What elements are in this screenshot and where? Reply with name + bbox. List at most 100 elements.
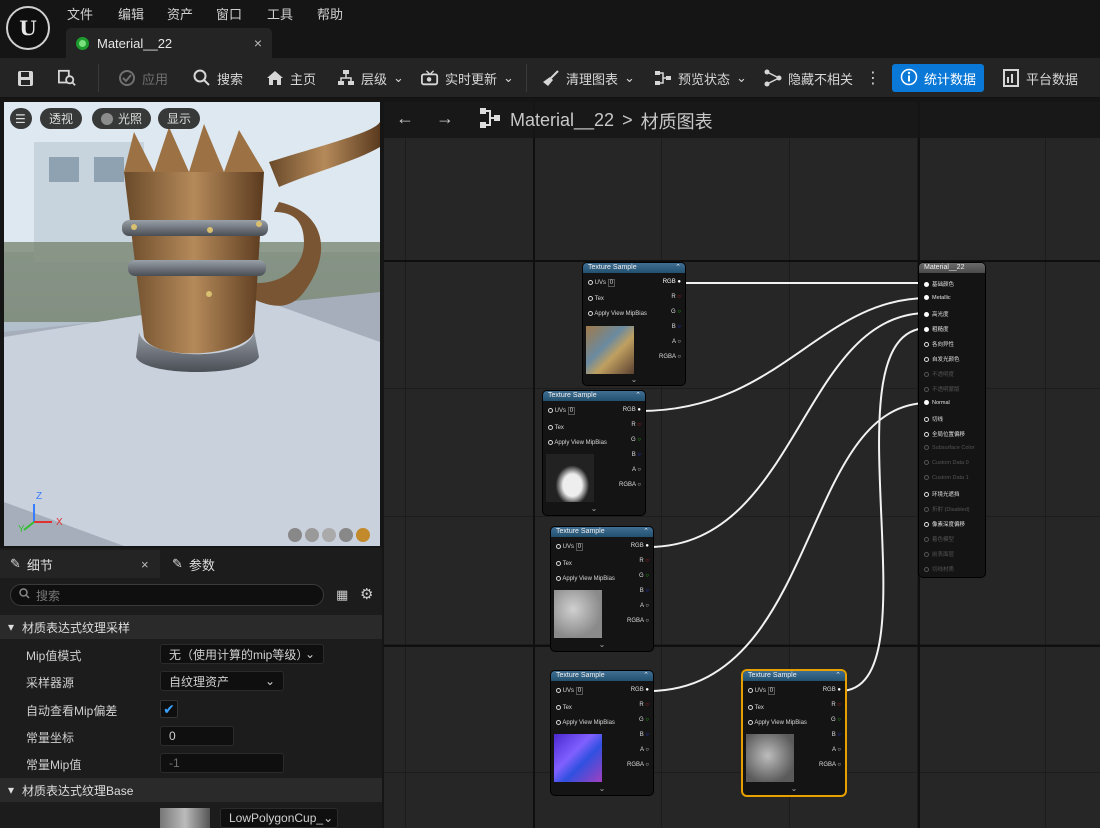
material-preview-viewport[interactable]: ☰ 透视 光照 显示 Z X Y bbox=[4, 102, 380, 546]
node-header[interactable]: Texture Sample ⌃ bbox=[551, 527, 653, 537]
material-input-pin[interactable]: 高光度 bbox=[924, 310, 949, 318]
node-header[interactable]: Texture Sample ⌃ bbox=[543, 391, 645, 401]
clean-graph-dropdown[interactable]: 清理图表 ⌄ bbox=[542, 66, 635, 90]
material-output-node[interactable]: Material__22 基础颜色 Metallic 高光度 粗糙度 各向异性 自发光颜色… bbox=[919, 263, 985, 577]
texture-sample-node-4[interactable]: Texture Sample ⌃ UVs 0 Tex Apply View Mip… bbox=[551, 671, 653, 795]
details-search-input[interactable]: 搜索 bbox=[10, 584, 324, 606]
browse-button[interactable] bbox=[58, 66, 76, 90]
expand-icon[interactable]: ⌄ bbox=[743, 784, 845, 793]
menu-tools[interactable]: 工具 bbox=[267, 4, 293, 23]
expand-icon[interactable]: ⌄ bbox=[583, 375, 685, 384]
collapse-icon[interactable]: ⌃ bbox=[643, 671, 649, 681]
texture-thumbnail[interactable] bbox=[160, 808, 210, 828]
menu-file[interactable]: 文件 bbox=[67, 4, 93, 23]
rgb-out-pin[interactable]: RGB ● bbox=[623, 407, 641, 413]
g-out-pin[interactable]: G ○ bbox=[831, 717, 841, 723]
menu-asset[interactable]: 资产 bbox=[167, 4, 193, 23]
material-graph-canvas[interactable] bbox=[384, 102, 1100, 828]
material-input-pin[interactable]: 环境光遮挡 bbox=[924, 490, 960, 498]
b-out-pin[interactable]: B ○ bbox=[640, 588, 649, 594]
perspective-button[interactable]: 透视 bbox=[40, 108, 83, 129]
uvs-pin[interactable]: UVs 0 bbox=[556, 687, 584, 696]
g-out-pin[interactable]: G ○ bbox=[639, 573, 649, 579]
material-input-pin[interactable]: 着色模型 bbox=[924, 535, 954, 543]
menu-help[interactable]: 帮助 bbox=[317, 4, 343, 23]
g-out-pin[interactable]: G ○ bbox=[671, 309, 681, 315]
material-input-pin[interactable]: 不透明蒙版 bbox=[924, 385, 960, 393]
b-out-pin[interactable]: B ○ bbox=[672, 324, 681, 330]
material-input-pin[interactable]: 全局位置偏移 bbox=[924, 430, 965, 438]
a-out-pin[interactable]: A ○ bbox=[832, 747, 841, 753]
node-header[interactable]: Texture Sample ⌃ bbox=[743, 671, 845, 681]
uv-default-value[interactable]: 0 bbox=[767, 687, 776, 696]
material-input-pin[interactable]: Subsurface Color bbox=[924, 445, 975, 451]
texture-asset-picker[interactable]: LowPolygonCup_ ⌄ bbox=[220, 808, 338, 828]
tex-pin[interactable]: Tex bbox=[556, 561, 572, 567]
material-input-pin[interactable]: Metallic bbox=[924, 295, 951, 301]
rgb-out-pin[interactable]: RGB ● bbox=[631, 687, 649, 693]
node-header[interactable]: Material__22 bbox=[919, 263, 985, 273]
close-details-icon[interactable]: × bbox=[141, 550, 149, 578]
rgba-out-pin[interactable]: RGBA ○ bbox=[659, 354, 681, 360]
stats-button[interactable]: 统计数据 bbox=[892, 64, 984, 92]
material-input-pin[interactable]: 粗糙度 bbox=[924, 325, 949, 333]
section-texture-sample[interactable]: ▾ 材质表达式纹理采样 bbox=[0, 615, 382, 639]
expand-icon[interactable]: ⌄ bbox=[551, 640, 653, 649]
b-out-pin[interactable]: B ○ bbox=[832, 732, 841, 738]
hierarchy-dropdown[interactable]: 层级 ⌄ bbox=[337, 66, 404, 90]
details-tab[interactable]: ✎ 细节 bbox=[10, 550, 53, 578]
rgb-out-pin[interactable]: RGB ● bbox=[823, 687, 841, 693]
uv-default-value[interactable]: 0 bbox=[575, 543, 584, 552]
r-out-pin[interactable]: R ○ bbox=[831, 702, 841, 708]
apply-button[interactable]: 应用 bbox=[118, 66, 168, 90]
uvs-pin[interactable]: UVs 0 bbox=[548, 407, 576, 416]
uvs-pin[interactable]: UVs 0 bbox=[556, 543, 584, 552]
home-button[interactable]: 主页 bbox=[266, 66, 316, 90]
material-input-pin[interactable]: Custom Data 0 bbox=[924, 460, 969, 466]
live-update-dropdown[interactable]: 实时更新 ⌄ bbox=[421, 66, 514, 90]
hide-unrelated-button[interactable]: 隐藏不相关 bbox=[764, 66, 853, 90]
material-input-pin[interactable]: 基础颜色 bbox=[924, 280, 954, 288]
rgba-out-pin[interactable]: RGBA ○ bbox=[619, 482, 641, 488]
r-out-pin[interactable]: R ○ bbox=[639, 558, 649, 564]
section-texture-base[interactable]: ▾ 材质表达式纹理Base bbox=[0, 778, 382, 802]
material-input-pin[interactable]: 切线 bbox=[924, 415, 943, 423]
const-mip-value-input[interactable]: -1 bbox=[160, 753, 284, 773]
uv-default-value[interactable]: 0 bbox=[567, 407, 576, 416]
material-input-pin[interactable]: Custom Data 1 bbox=[924, 475, 969, 481]
collapse-icon[interactable]: ⌃ bbox=[635, 391, 641, 401]
mipbias-pin[interactable]: Apply View MipBias bbox=[556, 576, 615, 582]
parameters-tab[interactable]: ✎ 参数 bbox=[172, 550, 215, 578]
rgba-out-pin[interactable]: RGBA ○ bbox=[819, 762, 841, 768]
material-input-pin[interactable]: 像素深度偏移 bbox=[924, 520, 965, 528]
texture-sample-node-3[interactable]: Texture Sample ⌃ UVs 0 Tex Apply View Mip… bbox=[551, 527, 653, 651]
expand-icon[interactable]: ⌄ bbox=[551, 784, 653, 793]
table-view-icon[interactable]: ▦ bbox=[336, 587, 348, 603]
a-out-pin[interactable]: A ○ bbox=[640, 747, 649, 753]
uv-default-value[interactable]: 0 bbox=[575, 687, 584, 696]
rgba-out-pin[interactable]: RGBA ○ bbox=[627, 762, 649, 768]
node-header[interactable]: Texture Sample ⌃ bbox=[583, 263, 685, 273]
platform-stats-button[interactable]: 平台数据 bbox=[1002, 66, 1078, 90]
tex-pin[interactable]: Tex bbox=[588, 296, 604, 302]
r-out-pin[interactable]: R ○ bbox=[671, 294, 681, 300]
g-out-pin[interactable]: G ○ bbox=[631, 437, 641, 443]
material-input-pin[interactable]: 折射 (Disabled) bbox=[924, 505, 970, 513]
show-button[interactable]: 显示 bbox=[158, 108, 201, 129]
mipbias-pin[interactable]: Apply View MipBias bbox=[748, 720, 807, 726]
uvs-pin[interactable]: UVs 0 bbox=[748, 687, 776, 696]
mipbias-pin[interactable]: Apply View MipBias bbox=[588, 311, 647, 317]
b-out-pin[interactable]: B ○ bbox=[632, 452, 641, 458]
texture-sample-node-2[interactable]: Texture Sample ⌃ UVs 0 Tex Apply View Mip… bbox=[543, 391, 645, 515]
lit-button[interactable]: 光照 bbox=[92, 108, 152, 129]
menu-window[interactable]: 窗口 bbox=[216, 4, 242, 23]
unreal-logo-icon[interactable]: U bbox=[6, 6, 50, 50]
uvs-pin[interactable]: UVs 0 bbox=[588, 279, 616, 288]
tex-pin[interactable]: Tex bbox=[556, 705, 572, 711]
document-tab[interactable]: Material__22 × bbox=[66, 28, 272, 58]
collapse-icon[interactable]: ⌃ bbox=[643, 527, 649, 537]
material-input-pin[interactable]: 各向异性 bbox=[924, 340, 954, 348]
const-coordinate-input[interactable]: 0 bbox=[160, 726, 234, 746]
settings-gear-icon[interactable]: ⚙ bbox=[360, 585, 373, 603]
texture-sample-node-1[interactable]: Texture Sample ⌃ UVs 0 Tex Apply View Mip… bbox=[583, 263, 685, 385]
